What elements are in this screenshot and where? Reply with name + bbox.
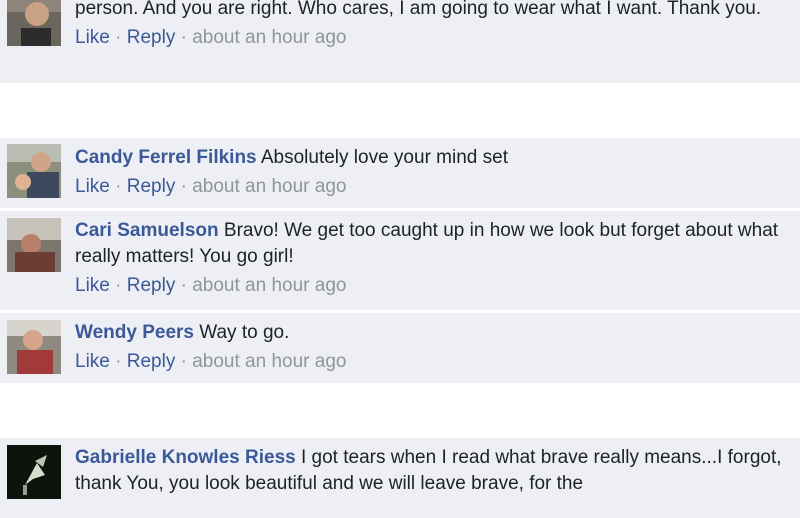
comment-text: Way to go. [199,322,290,343]
timestamp[interactable]: about an hour ago [192,176,346,197]
comment-author[interactable]: Cari Samuelson [75,220,219,241]
avatar[interactable] [7,144,61,198]
avatar[interactable] [7,0,61,46]
timestamp[interactable]: about an hour ago [192,27,346,48]
separator: · [180,275,187,296]
like-link[interactable]: Like [75,351,110,372]
reply-link[interactable]: Reply [127,275,176,296]
comment-item: Cari Samuelson Bravo! We get too caught … [0,211,800,310]
separator: · [115,176,122,197]
separator: · [115,351,122,372]
separator: · [180,176,187,197]
comment-author[interactable]: Gabrielle Knowles Riess [75,447,296,468]
comment-item: Wendy Peers Way to go. Like · Reply · ab… [0,313,800,383]
timestamp[interactable]: about an hour ago [192,351,346,372]
comment-text: person. And you are right. Who cares, I … [75,0,762,19]
comment-item: Gabrielle Knowles Riess I got tears when… [0,438,800,518]
avatar[interactable] [7,320,61,374]
comment-item: Candy Ferrel Filkins Absolutely love you… [0,138,800,208]
avatar[interactable] [7,445,61,499]
comment-item: person. And you are right. Who cares, I … [0,0,800,83]
separator: · [180,27,187,48]
avatar[interactable] [7,218,61,272]
comment-author[interactable]: Wendy Peers [75,322,194,343]
like-link[interactable]: Like [75,176,110,197]
comment-text: Absolutely love your mind set [260,147,508,168]
separator: · [180,351,187,372]
comment-author[interactable]: Candy Ferrel Filkins [75,147,257,168]
like-link[interactable]: Like [75,275,110,296]
reply-link[interactable]: Reply [127,176,176,197]
separator: · [115,275,122,296]
like-link[interactable]: Like [75,27,110,48]
timestamp[interactable]: about an hour ago [192,275,346,296]
reply-link[interactable]: Reply [127,27,176,48]
reply-link[interactable]: Reply [127,351,176,372]
separator: · [115,27,122,48]
